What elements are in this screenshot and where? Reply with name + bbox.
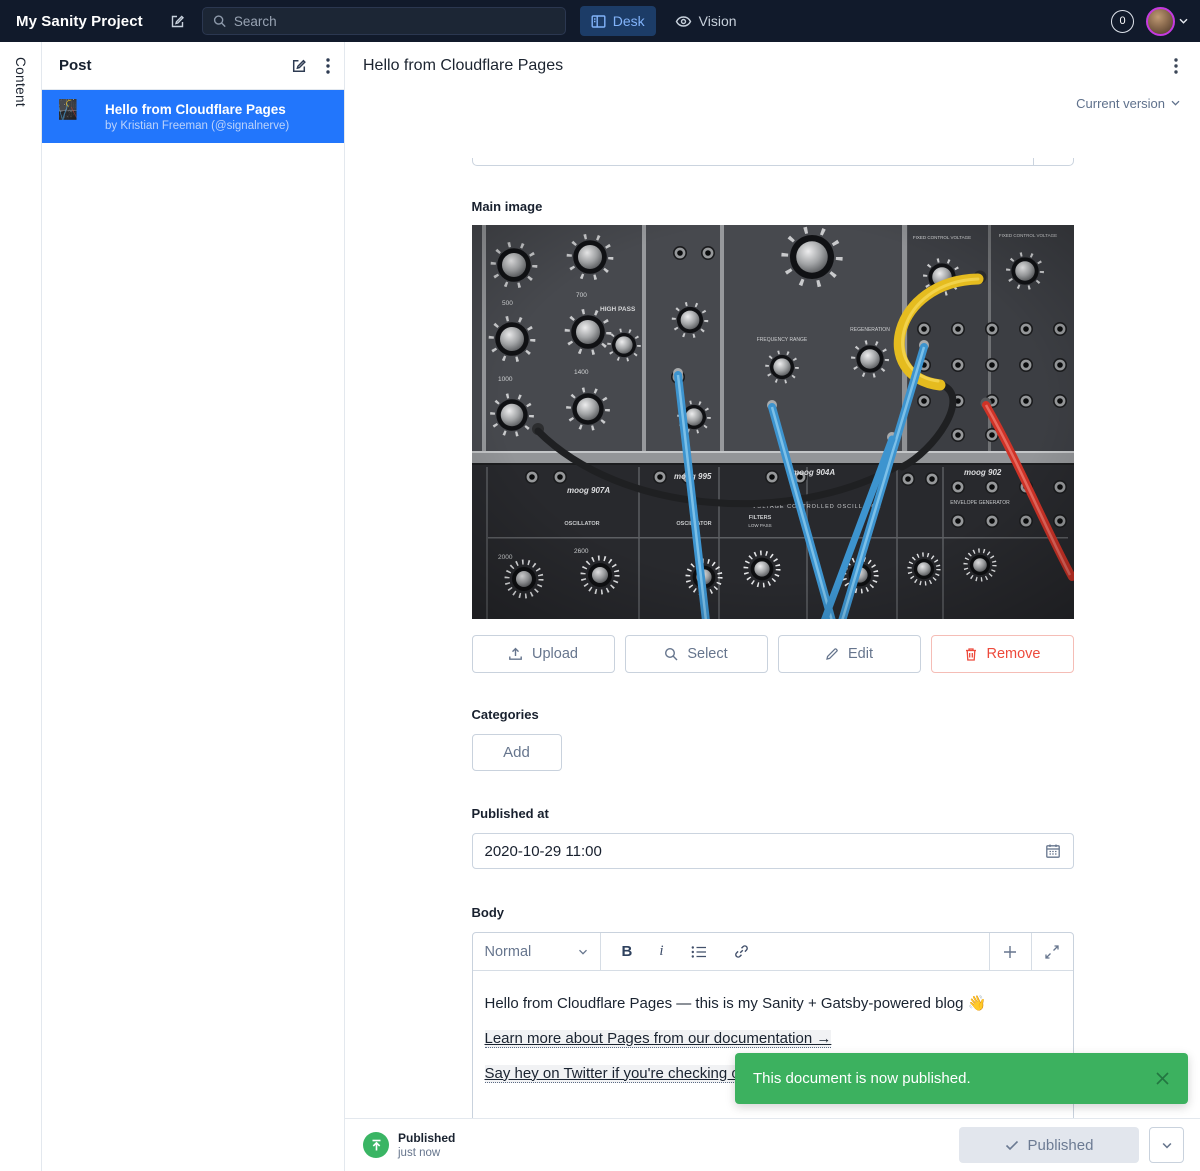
chevron-down-icon <box>1171 100 1180 106</box>
body-label: Body <box>472 905 1074 920</box>
publish-menu-button[interactable] <box>1149 1127 1184 1163</box>
bold-button[interactable]: B <box>622 943 633 960</box>
search-icon <box>213 14 226 28</box>
pane-menu-button[interactable] <box>326 58 330 74</box>
bullet-list-button[interactable] <box>691 945 707 959</box>
document-menu-button[interactable] <box>1170 54 1182 78</box>
insert-block-button[interactable] <box>989 933 1031 970</box>
editor-toolbar: Normal B i <box>473 933 1073 971</box>
compose-button[interactable] <box>169 13 186 30</box>
close-icon <box>1155 1071 1170 1086</box>
main-image-photo[interactable] <box>472 225 1074 619</box>
publish-status-title: Published <box>398 1131 455 1145</box>
published-at-input[interactable] <box>485 843 1045 860</box>
fullscreen-button[interactable] <box>1031 933 1073 970</box>
publish-button-label: Published <box>1028 1137 1094 1154</box>
tab-desk[interactable]: Desk <box>580 6 656 36</box>
top-navbar: My Sanity Project Desk Vision 0 <box>0 0 1200 42</box>
expand-icon <box>1045 945 1059 959</box>
project-title: My Sanity Project <box>16 13 143 30</box>
link-icon <box>734 944 749 959</box>
version-selector[interactable]: Current version <box>1076 96 1180 111</box>
chevron-down-icon <box>578 949 588 955</box>
check-icon <box>1005 1140 1019 1151</box>
document-footer: Published just now Published <box>345 1118 1200 1171</box>
search-bar <box>202 7 566 35</box>
categories-label: Categories <box>472 707 1074 722</box>
document-header: Hello from Cloudflare Pages Current vers… <box>345 42 1200 158</box>
published-at-label: Published at <box>472 806 1074 821</box>
upload-icon <box>508 647 523 662</box>
calendar-button[interactable] <box>1045 843 1061 859</box>
edit-label: Edit <box>848 646 873 662</box>
notification-badge[interactable]: 0 <box>1111 10 1134 33</box>
upload-button[interactable]: Upload <box>472 635 615 673</box>
document-scroll-area[interactable]: Main image Upload Select <box>345 158 1200 1118</box>
upload-label: Upload <box>532 646 578 662</box>
new-document-button[interactable] <box>290 57 308 75</box>
document-title: Hello from Cloudflare Pages <box>363 57 1170 75</box>
eye-icon <box>675 14 692 29</box>
document-panel: Hello from Cloudflare Pages Current vers… <box>345 42 1200 1171</box>
plus-icon <box>1003 945 1017 959</box>
dots-vertical-icon <box>1174 58 1178 74</box>
toast-message: This document is now published. <box>753 1070 971 1087</box>
avatar-chevron-down-icon[interactable] <box>1179 18 1188 24</box>
rail-content-tab[interactable]: Content <box>13 57 28 107</box>
body-paragraph[interactable]: Hello from Cloudflare Pages — this is my… <box>485 994 1061 1014</box>
desk-icon <box>591 14 606 29</box>
italic-button[interactable]: i <box>659 943 663 960</box>
dots-vertical-icon <box>326 58 330 74</box>
toast-close-button[interactable] <box>1155 1071 1170 1086</box>
calendar-icon <box>1045 843 1061 859</box>
slug-generate-divider <box>1033 158 1034 165</box>
select-label: Select <box>687 646 727 662</box>
body-link-documentation[interactable]: Learn more about Pages from our document… <box>485 1030 832 1048</box>
select-button[interactable]: Select <box>625 635 768 673</box>
tab-vision[interactable]: Vision <box>664 6 748 36</box>
text-style-value: Normal <box>485 944 532 960</box>
main-image-label: Main image <box>472 199 1074 214</box>
trash-icon <box>964 647 978 662</box>
compose-icon <box>290 57 308 75</box>
pane-title: Post <box>59 57 290 74</box>
list-item-subtitle: by Kristian Freeman (@signalnerve) <box>105 120 289 132</box>
tab-vision-label: Vision <box>699 13 737 29</box>
publish-status-time: just now <box>398 1147 455 1159</box>
publish-toast: This document is now published. <box>735 1053 1188 1104</box>
pane-header: Post <box>42 42 344 90</box>
version-label: Current version <box>1076 96 1165 111</box>
published-at-field <box>472 833 1074 869</box>
list-item[interactable]: Hello from Cloudflare Pages by Kristian … <box>42 90 344 143</box>
compose-icon <box>169 13 186 30</box>
pencil-icon <box>825 647 839 661</box>
publish-status-chip: Published just now <box>363 1131 455 1159</box>
post-list-pane: Post Hello from Cloudflare Pages by Kris… <box>42 42 345 1171</box>
published-status-icon <box>363 1132 389 1158</box>
search-icon <box>664 647 678 661</box>
content-rail: Content <box>0 42 42 1171</box>
search-input[interactable] <box>234 14 555 29</box>
remove-label: Remove <box>987 646 1041 662</box>
slug-field-partial[interactable] <box>472 158 1074 166</box>
list-item-title: Hello from Cloudflare Pages <box>105 102 289 117</box>
publish-button[interactable]: Published <box>959 1127 1139 1163</box>
text-style-select[interactable]: Normal <box>473 933 601 970</box>
chevron-down-icon <box>1162 1142 1172 1149</box>
list-item-thumbnail <box>59 99 94 134</box>
bullet-list-icon <box>691 945 707 959</box>
edit-button[interactable]: Edit <box>778 635 921 673</box>
add-category-button[interactable]: Add <box>472 734 562 771</box>
tab-desk-label: Desk <box>613 13 645 29</box>
link-button[interactable] <box>734 944 749 959</box>
avatar[interactable] <box>1146 7 1175 36</box>
remove-button[interactable]: Remove <box>931 635 1074 673</box>
